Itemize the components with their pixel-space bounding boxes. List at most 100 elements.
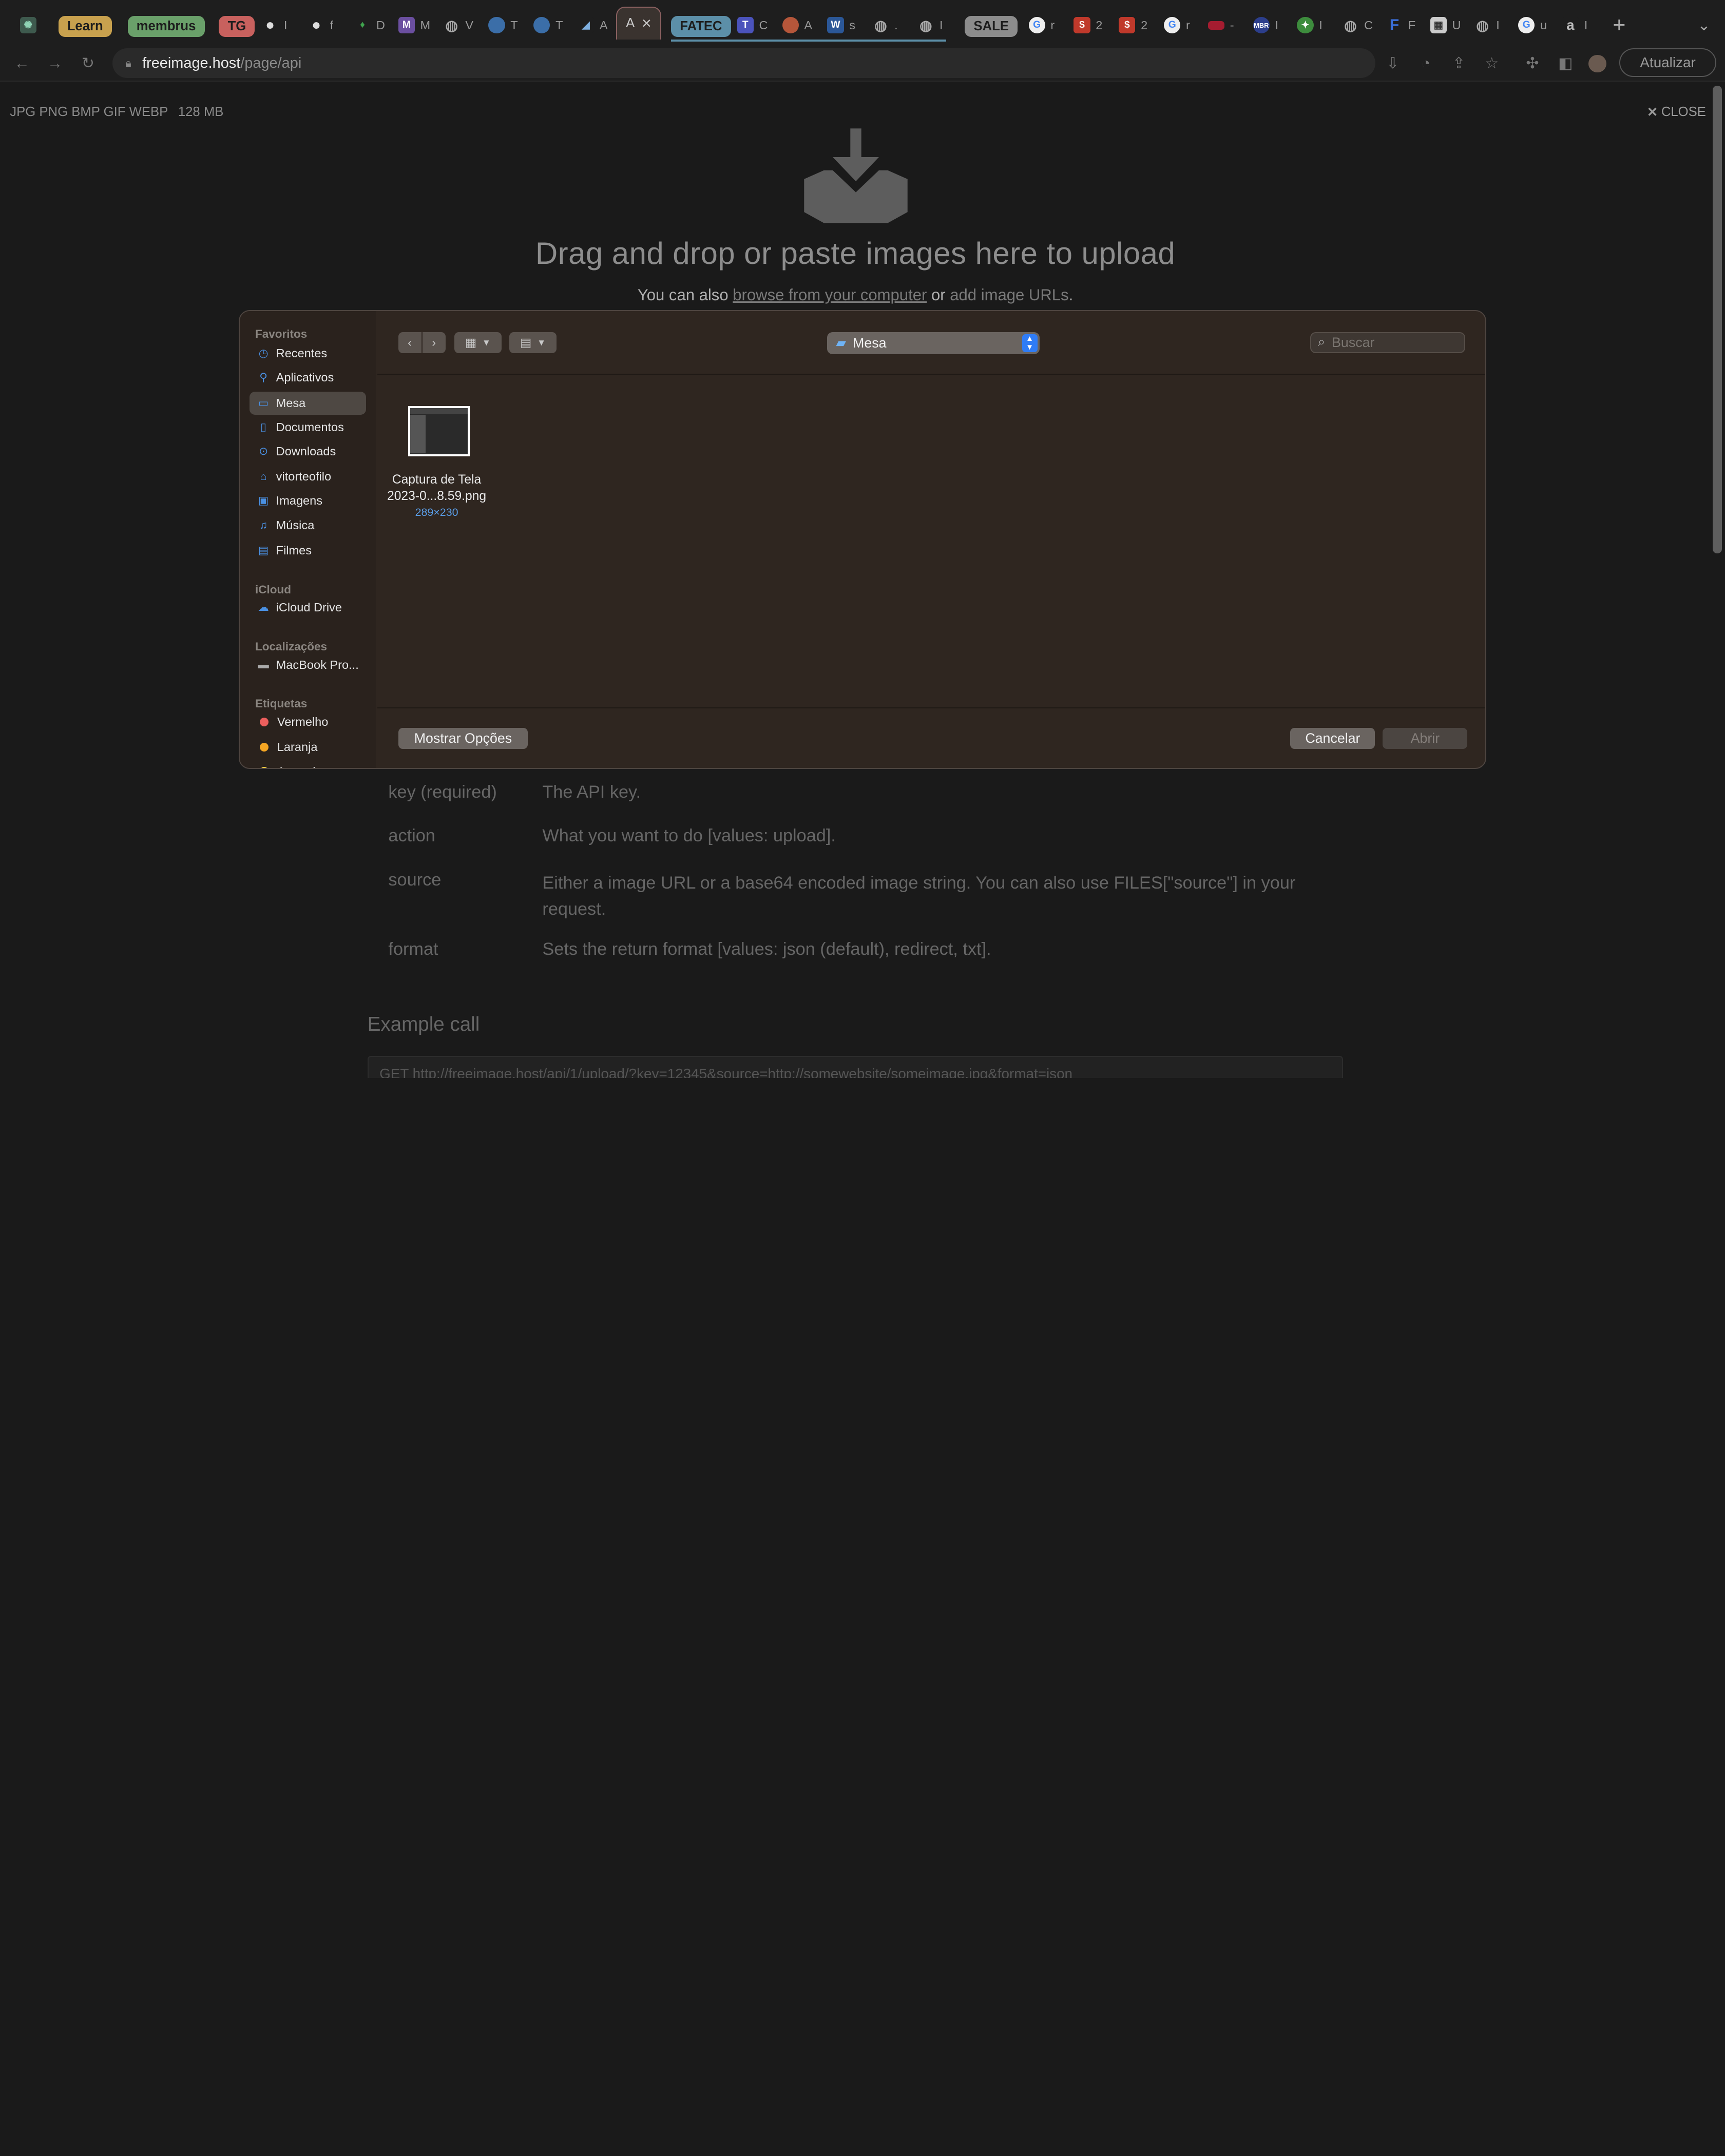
tab-title: I [1584,18,1588,32]
group-by-button[interactable]: ▤ ▼ [509,332,557,353]
tab[interactable]: - [1208,13,1234,37]
sidebar-item-tag-orange[interactable]: Laranja [250,736,366,759]
sidebar-item-downloads[interactable]: ⊙ Downloads [250,440,366,463]
tab[interactable]: M M [398,13,430,37]
new-tab-button[interactable]: + [1613,13,1625,37]
profile-avatar[interactable] [1588,55,1606,73]
tab-group-tg[interactable]: TG [219,14,255,38]
tab-group-fatec[interactable]: FATEC [671,14,731,38]
tab[interactable]: T C [737,13,768,37]
search-field[interactable]: ⌕ [1310,332,1466,353]
file-item[interactable]: Captura de Tela 2023-0...8.59.png 289×23… [379,406,494,521]
show-options-button[interactable]: Mostrar Opções [398,728,528,749]
file-name-line: 2023-0...8.59.png [387,489,487,504]
tab[interactable]: ▦ U [1430,13,1461,37]
tab[interactable]: ◍ . [872,13,898,37]
upload-title: Drag and drop or paste images here to up… [535,236,1176,271]
tab-title: U [1452,18,1461,32]
document-icon: ▯ [260,420,266,433]
sidebar-item-home[interactable]: ⌂ vitorteofilo [250,465,366,488]
tab[interactable]: ◍ V [443,13,473,37]
tab[interactable]: a I [1562,13,1587,37]
sidebar-item-icloud-drive[interactable]: ☁ iCloud Drive [250,596,366,619]
share-icon[interactable]: ⇪ [1450,55,1467,72]
example-code-block: GET http://freeimage.host/api/1/upload/?… [367,1056,1344,1078]
sidebar-item-tag-red[interactable]: Vermelho [250,710,366,734]
sidebar-item-mesa[interactable]: ▭ Mesa [250,391,367,415]
tab[interactable]: ◍ C [1342,13,1373,37]
sidebar-item-imagens[interactable]: ▣ Imagens [250,489,366,512]
location-popup[interactable]: ▰ Mesa ▲ ▼ [827,332,1040,354]
view-mode-button[interactable]: ▦ ▼ [454,332,502,353]
lock-icon: 🔒︎ [125,56,131,69]
tab-search-button[interactable]: ⌄ [1697,13,1710,37]
tab-active[interactable]: A × [616,6,661,40]
add-image-urls-link[interactable]: add image URLs [950,286,1068,304]
search-input[interactable] [1332,334,1453,351]
tab[interactable]: G r [1164,13,1190,37]
tab[interactable]: W s [827,13,855,37]
tab[interactable]: G u [1518,13,1547,37]
tab[interactable]: G r [1028,13,1055,37]
performance-icon[interactable]: ◔ [1417,55,1434,72]
apps-icon: ⚲ [259,371,267,384]
sidebar-item-macbook[interactable]: ▬ MacBook Pro... [250,653,366,677]
tab[interactable]: A [782,13,812,37]
open-button[interactable]: Abrir [1383,728,1468,749]
reload-icon[interactable]: ↻ [79,55,97,72]
address-bar[interactable]: 🔒︎ freeimage.host /page/api [112,48,1375,79]
tab[interactable]: ◍ I [1474,13,1500,37]
cancel-button[interactable]: Cancelar [1290,728,1375,749]
back-icon[interactable]: ← [13,55,31,72]
forward-button[interactable]: › [422,332,446,353]
forward-icon[interactable]: → [46,55,64,72]
tab[interactable]: MBR I [1253,13,1278,37]
shop-bag-icon: $ [1119,17,1136,34]
sidebar-item-musica[interactable]: ♫ Música [250,514,366,537]
tab-group-sale[interactable]: SALE [965,14,1018,38]
sidebar-item-filmes[interactable]: ▤ Filmes [250,539,366,562]
tab-title: T [555,18,563,32]
tab[interactable]: ◢ A [578,13,608,37]
file-dimensions: 289×230 [415,506,458,518]
supported-formats: JPG PNG BMP GIF WEBP [10,104,168,119]
tab[interactable]: ♦ D [354,13,385,37]
page-scrollbar[interactable] [1713,86,1722,553]
mbr-icon: MBR [1253,17,1270,34]
sidebar-item-tag-yellow[interactable]: Amarelo [250,760,366,768]
tab-pinned[interactable]: ✺ [20,13,36,37]
tab[interactable]: T [488,13,518,37]
tab[interactable]: ● I [261,13,287,37]
upload-tray-icon [804,128,908,223]
tab-title: T [510,18,518,32]
tab-group-label: SALE [965,16,1018,37]
tab[interactable]: ● f [308,13,333,37]
extensions-puzzle-icon[interactable]: ✣ [1524,55,1541,72]
sidebar-item-aplicativos[interactable]: ⚲ Aplicativos [250,366,366,389]
cloud-icon: ☁ [258,601,269,614]
tab[interactable]: $ 2 [1119,13,1147,37]
tab[interactable]: $ 2 [1074,13,1102,37]
install-app-icon[interactable]: ⇩ [1384,55,1402,72]
upload-subtitle-text: . [1068,286,1074,304]
browse-computer-link[interactable]: browse from your computer [733,286,927,304]
update-button[interactable]: Atualizar [1619,48,1716,77]
word-icon: W [827,17,844,34]
tab-group-membrus[interactable]: membrus [127,14,205,38]
sidebar-item-documentos[interactable]: ▯ Documentos [250,416,366,439]
close-label: CLOSE [1661,105,1706,120]
orange-tag-dot-icon [259,743,269,752]
side-panel-icon[interactable]: ◧ [1557,55,1574,72]
url-domain: freeimage.host [142,54,241,71]
close-button[interactable]: ✕ CLOSE [1647,105,1706,120]
tab-group-learn[interactable]: Learn [58,14,112,38]
tab[interactable]: ✦ I [1297,13,1322,37]
sidebar-item-recentes[interactable]: ◷ Recentes [250,342,366,365]
close-tab-icon[interactable]: × [642,14,651,33]
back-button[interactable]: ‹ [398,332,421,353]
tab[interactable]: F F [1386,13,1415,37]
tab[interactable]: T [533,13,563,37]
green-app-icon: ✦ [1297,17,1314,34]
tab[interactable]: ◍ I [917,13,943,37]
bookmark-star-icon[interactable]: ☆ [1483,55,1501,72]
